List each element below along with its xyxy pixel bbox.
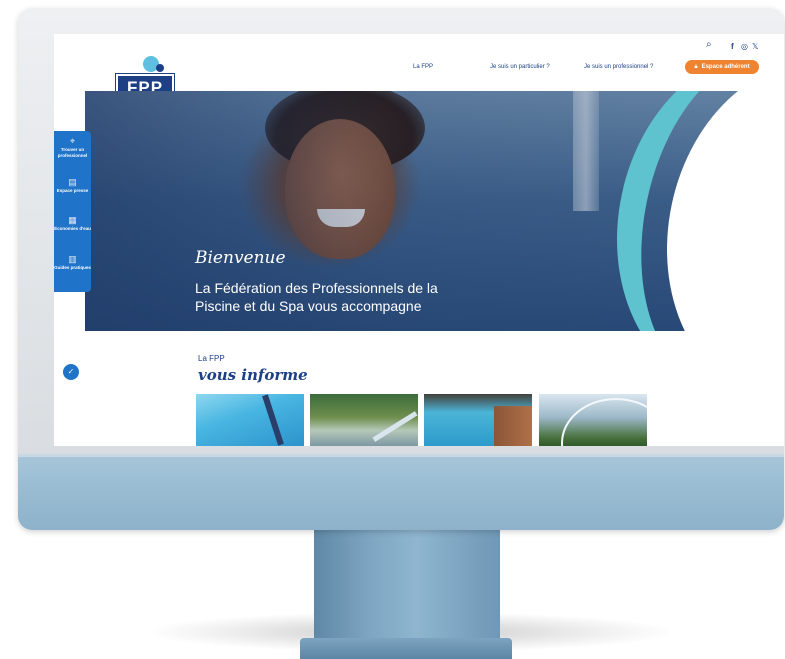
news-card-pool-water[interactable] bbox=[196, 394, 304, 446]
hero-title: La Fédération des Professionnels de la P… bbox=[195, 280, 438, 314]
monitor-chin bbox=[18, 454, 784, 530]
instagram-icon[interactable]: ◎ bbox=[741, 42, 748, 51]
card-photo-detail bbox=[372, 411, 418, 442]
monitor-stand-foot bbox=[300, 638, 512, 659]
nav-item-particulier[interactable]: Je suis un particulier ? bbox=[490, 64, 550, 70]
section-title-script: vous informe bbox=[198, 366, 308, 384]
search-icon[interactable]: ⌕ bbox=[706, 39, 712, 50]
news-card-pool-cleaning[interactable] bbox=[310, 394, 418, 446]
newspaper-icon: ▤ bbox=[68, 177, 77, 187]
x-twitter-icon[interactable]: 𝕏 bbox=[752, 42, 758, 51]
side-tabs: ⌖ Trouver un professionnel ▤ Espace pres… bbox=[54, 131, 91, 292]
monitor: FPP FÉDÉRATION DES PROFESSIONNELS DE LA … bbox=[18, 8, 784, 530]
calculator-icon: ▦ bbox=[68, 215, 77, 225]
location-pin-icon: ⌖ bbox=[69, 136, 76, 146]
facebook-icon[interactable]: f bbox=[731, 42, 734, 51]
side-tab-label: Trouver un professionnel bbox=[57, 147, 88, 158]
hero-welcome-script: Bienvenue bbox=[195, 248, 286, 268]
nav-item-la-fpp[interactable]: La FPP bbox=[413, 64, 433, 70]
lock-icon: 🔒︎ bbox=[694, 64, 698, 70]
card-photo-detail bbox=[561, 398, 647, 446]
side-tab-water-savings[interactable]: ▦ Économies d'eau bbox=[54, 214, 91, 232]
card-photo-detail bbox=[494, 406, 532, 446]
logo-bubble-small-icon bbox=[156, 64, 164, 72]
hero-banner: Bienvenue La Fédération des Professionne… bbox=[85, 91, 759, 331]
nav-item-professionnel[interactable]: Je suis un professionnel ? bbox=[584, 64, 653, 70]
website-screen: FPP FÉDÉRATION DES PROFESSIONNELS DE LA … bbox=[54, 34, 784, 446]
news-card-pool-deck[interactable] bbox=[424, 394, 532, 446]
side-tab-label: Guides pratiques bbox=[54, 265, 91, 270]
book-icon: ▥ bbox=[68, 254, 77, 264]
side-tab-find-pro[interactable]: ⌖ Trouver un professionnel bbox=[54, 135, 91, 159]
side-tab-label: Économies d'eau bbox=[54, 226, 91, 231]
card-photo-detail bbox=[262, 394, 284, 446]
accessibility-badge-icon[interactable]: ✓ bbox=[63, 364, 79, 380]
member-area-button[interactable]: 🔒︎ Espace adhérent bbox=[685, 60, 759, 74]
side-tab-press[interactable]: ▤ Espace presse bbox=[54, 176, 91, 194]
section-kicker: La FPP bbox=[198, 354, 225, 363]
side-tab-guides[interactable]: ▥ Guides pratiques bbox=[54, 253, 91, 271]
monitor-chin-edge bbox=[18, 454, 784, 457]
side-tab-label: Espace presse bbox=[56, 188, 89, 193]
member-area-label: Espace adhérent bbox=[701, 64, 750, 70]
news-card-pool-enclosure[interactable] bbox=[539, 394, 647, 446]
